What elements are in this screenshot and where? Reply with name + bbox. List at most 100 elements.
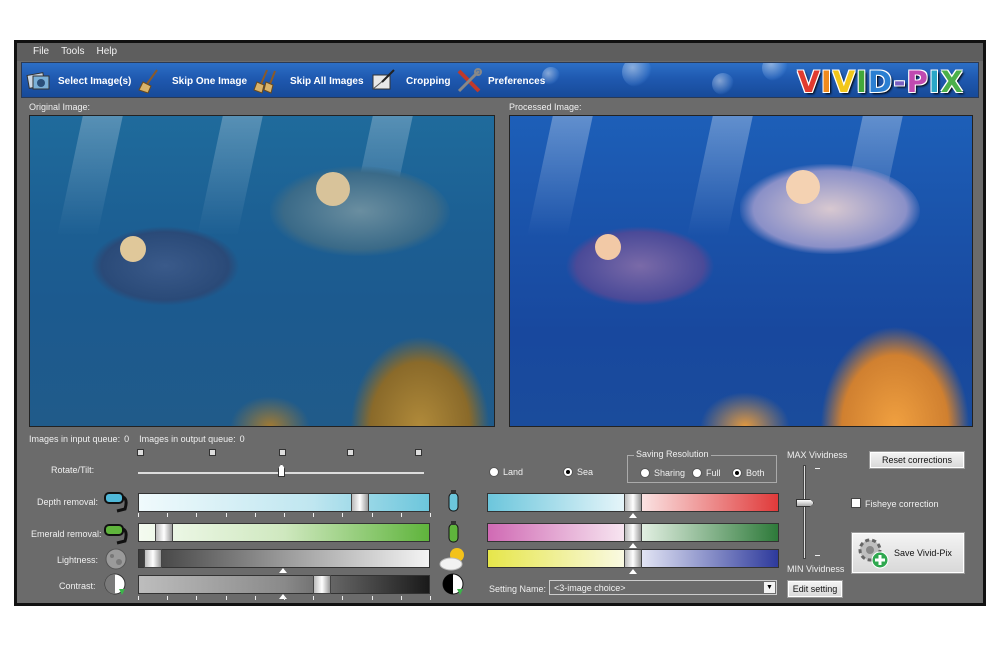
diver-left-head xyxy=(120,236,146,262)
diver-left xyxy=(565,226,715,306)
select-images-label: Select Image(s) xyxy=(58,75,132,87)
slider-tick xyxy=(226,596,227,600)
preferences-label: Preferences xyxy=(488,75,546,87)
tank-cyan-icon xyxy=(448,490,459,512)
slider-tick xyxy=(226,513,227,517)
contrast-slider-thumb[interactable] xyxy=(313,575,331,594)
slider-tick xyxy=(342,596,343,600)
sharing-radio[interactable] xyxy=(640,468,650,478)
slider-tick xyxy=(138,596,139,600)
full-label: Full xyxy=(706,468,721,478)
magenta-green-center-marker xyxy=(629,543,637,548)
diver-right-head xyxy=(786,170,820,204)
menu-bar: File Tools Help xyxy=(17,43,983,61)
slider-tick xyxy=(313,596,314,600)
depth-removal-slider[interactable] xyxy=(138,493,430,512)
fisheye-checkbox[interactable] xyxy=(851,498,861,508)
rotate-marker[interactable] xyxy=(415,449,422,456)
original-image-label: Original Image: xyxy=(29,102,91,112)
rotate-marker[interactable] xyxy=(137,449,144,456)
reset-corrections-button[interactable]: Reset corrections xyxy=(869,451,965,469)
slider-tick xyxy=(255,596,256,600)
broom-icon xyxy=(138,69,159,94)
cropping-button[interactable]: Cropping xyxy=(406,63,483,97)
output-queue-count: 0 xyxy=(239,434,245,444)
slider-tick xyxy=(284,513,285,517)
both-label: Both xyxy=(746,468,765,478)
snorkel-green-icon xyxy=(104,524,128,545)
preferences-button[interactable]: Preferences xyxy=(488,63,546,97)
emerald-removal-slider[interactable] xyxy=(138,523,430,542)
vividness-track[interactable] xyxy=(803,465,806,559)
rotate-marker[interactable] xyxy=(209,449,216,456)
original-image xyxy=(29,115,495,427)
cyan-red-thumb[interactable] xyxy=(624,493,642,512)
vividness-thumb[interactable] xyxy=(796,499,814,507)
sea-label: Sea xyxy=(577,467,594,477)
slider-tick xyxy=(342,513,343,517)
slider-tick xyxy=(313,513,314,517)
contrast-ticks xyxy=(138,596,431,602)
slider-tick xyxy=(255,513,256,517)
chevron-down-icon[interactable]: ▼ xyxy=(764,582,775,593)
sharing-label: Sharing xyxy=(654,468,686,478)
toolbar: Select Image(s) Skip One Image Skip All … xyxy=(21,62,979,98)
yellow-blue-slider[interactable] xyxy=(487,549,779,568)
save-vivid-pix-button[interactable]: Save Vivid-Pix xyxy=(851,532,965,574)
cyan-red-slider[interactable] xyxy=(487,493,779,512)
diver-left-head xyxy=(595,234,621,260)
edit-setting-button[interactable]: Edit setting xyxy=(787,580,843,598)
sea-radio[interactable] xyxy=(563,467,573,477)
vividness-tick xyxy=(815,555,820,556)
emerald-removal-label: Emerald removal: xyxy=(31,529,102,539)
light-ray xyxy=(197,116,263,236)
lightness-slider-thumb[interactable] xyxy=(144,549,162,568)
magenta-green-slider[interactable] xyxy=(487,523,779,542)
bubble-decoration xyxy=(712,73,734,95)
rotate-marker[interactable] xyxy=(347,449,354,456)
slider-tick xyxy=(167,513,168,517)
light-ray xyxy=(527,116,593,236)
rotate-thumb[interactable] xyxy=(278,464,285,477)
menu-file[interactable]: File xyxy=(29,43,57,61)
lightness-slider[interactable] xyxy=(138,549,430,568)
snorkel-blue-icon xyxy=(104,492,128,513)
land-radio[interactable] xyxy=(489,467,499,477)
contrast-slider[interactable] xyxy=(138,575,430,594)
photos-icon xyxy=(26,72,50,90)
save-vivid-pix-label: Save Vivid-Pix xyxy=(894,548,952,558)
menu-tools[interactable]: Tools xyxy=(57,43,92,61)
output-queue-label: Images in output queue: xyxy=(139,434,236,444)
setting-name-value: <3-image choice> xyxy=(554,583,626,593)
select-images-button[interactable]: Select Image(s) xyxy=(26,63,163,97)
setting-name-select[interactable]: <3-image choice> ▼ xyxy=(549,580,777,595)
bubble-decoration xyxy=(762,63,788,81)
depth-slider-thumb[interactable] xyxy=(351,493,369,512)
vivid-pix-logo: VIVID-PIX xyxy=(797,65,964,98)
processed-image-label: Processed Image: xyxy=(509,102,582,112)
max-vividness-label: MAX Vividness xyxy=(787,450,848,460)
rotate-tilt-label: Rotate/Tilt: xyxy=(51,465,95,475)
slider-tick xyxy=(167,596,168,600)
bubble-decoration xyxy=(622,63,652,87)
emerald-slider-thumb[interactable] xyxy=(155,523,173,542)
rotate-marker[interactable] xyxy=(279,449,286,456)
input-queue-count: 0 xyxy=(124,434,130,444)
gear-add-icon xyxy=(858,538,889,569)
menu-help[interactable]: Help xyxy=(92,43,125,61)
cyan-red-center-marker xyxy=(629,513,637,518)
diver-left xyxy=(90,226,240,306)
coral xyxy=(820,326,970,426)
magenta-green-thumb[interactable] xyxy=(624,523,642,542)
slider-tick xyxy=(430,513,431,517)
yellow-blue-thumb[interactable] xyxy=(624,549,642,568)
crop-icon xyxy=(372,69,395,90)
both-radio[interactable] xyxy=(732,468,742,478)
skip-one-image-button[interactable]: Skip One Image xyxy=(172,63,279,97)
vividness-tick xyxy=(815,468,820,469)
depth-removal-label: Depth removal: xyxy=(37,497,99,507)
lightness-center-marker xyxy=(279,568,287,573)
brooms-icon xyxy=(253,69,276,94)
full-radio[interactable] xyxy=(692,468,702,478)
skip-all-images-button[interactable]: Skip All Images xyxy=(290,63,396,97)
